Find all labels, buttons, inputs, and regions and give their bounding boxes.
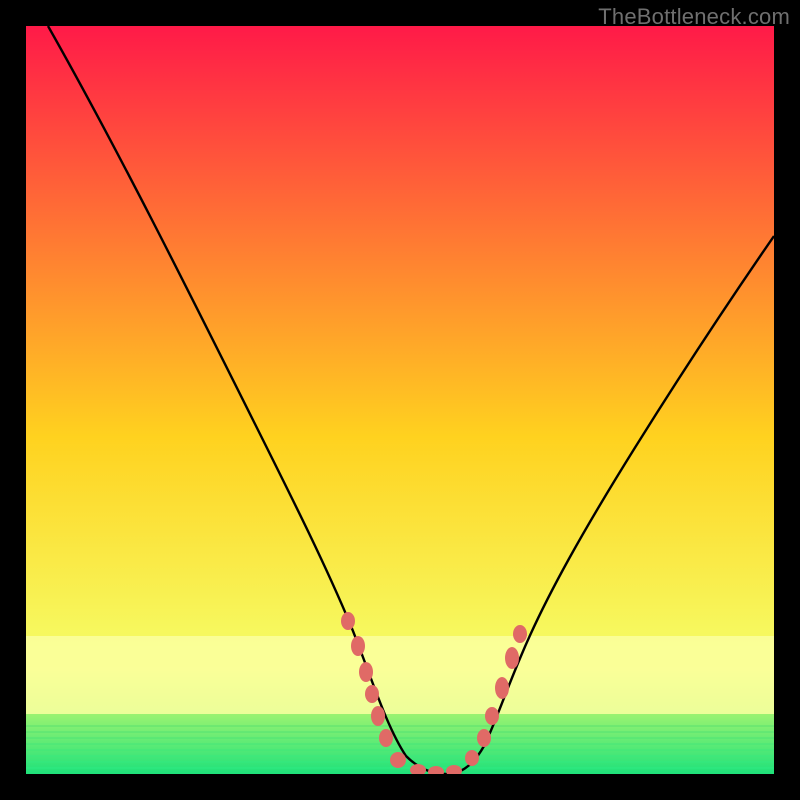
chart-plot-area	[26, 26, 774, 774]
chart-svg	[26, 26, 774, 774]
watermark-text: TheBottleneck.com	[598, 4, 790, 30]
pale-band	[26, 636, 774, 714]
outer-frame: TheBottleneck.com	[0, 0, 800, 800]
